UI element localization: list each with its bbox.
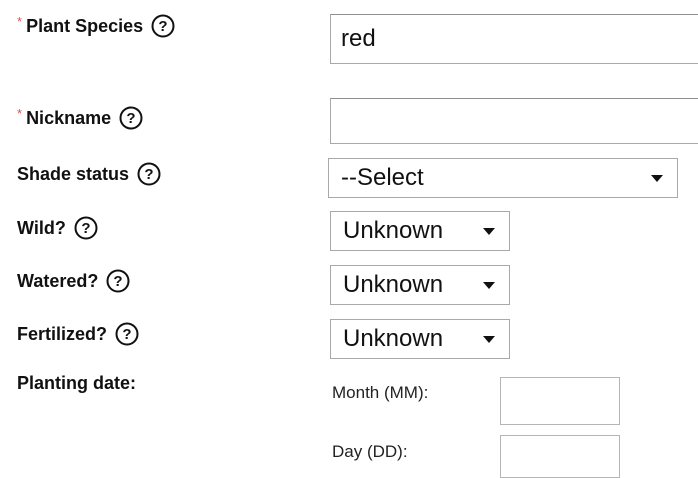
watered-label: Watered? xyxy=(17,270,99,291)
fertilized-label: Fertilized? xyxy=(17,323,108,344)
svg-text:?: ? xyxy=(122,326,131,343)
help-icon[interactable]: ? xyxy=(137,162,161,186)
shade-status-label: Shade status xyxy=(17,163,130,184)
planting-date-label-row: Planting date: xyxy=(17,373,136,394)
help-icon[interactable]: ? xyxy=(74,216,98,240)
caret-down-icon xyxy=(483,281,495,289)
fertilized-select[interactable]: Unknown xyxy=(330,319,510,359)
watered-select[interactable]: Unknown xyxy=(330,265,510,305)
fertilized-selected: Unknown xyxy=(343,325,444,352)
help-icon[interactable]: ? xyxy=(119,106,143,130)
day-input[interactable] xyxy=(500,435,620,478)
svg-text:?: ? xyxy=(81,220,90,237)
plant-species-label-row: * Plant Species ? xyxy=(17,14,175,38)
shade-status-selected: --Select xyxy=(341,164,424,191)
wild-label: Wild? xyxy=(17,217,66,238)
plant-species-label: Plant Species xyxy=(26,15,144,36)
svg-text:?: ? xyxy=(114,273,123,290)
svg-text:?: ? xyxy=(159,18,168,35)
fertilized-label-row: Fertilized? ? xyxy=(17,322,139,346)
required-marker: * xyxy=(17,105,23,121)
month-label: Month (MM): xyxy=(332,383,429,402)
nickname-label-row: * Nickname ? xyxy=(17,106,143,130)
plant-species-input[interactable] xyxy=(330,14,698,64)
shade-status-label-row: Shade status ? xyxy=(17,162,161,186)
watered-label-row: Watered? ? xyxy=(17,269,130,293)
nickname-input[interactable] xyxy=(330,98,698,144)
required-marker: * xyxy=(17,13,23,29)
watered-selected: Unknown xyxy=(343,271,444,298)
nickname-label: Nickname xyxy=(26,107,112,128)
planting-date-label: Planting date: xyxy=(17,373,137,393)
plant-form: * Plant Species ? * Nickname ? Shade sta… xyxy=(0,0,698,478)
month-input[interactable] xyxy=(500,377,620,425)
help-icon[interactable]: ? xyxy=(115,322,139,346)
help-icon[interactable]: ? xyxy=(106,269,130,293)
shade-status-select[interactable]: --Select xyxy=(328,158,678,198)
svg-text:?: ? xyxy=(144,166,153,183)
help-icon[interactable]: ? xyxy=(151,14,175,38)
wild-selected: Unknown xyxy=(343,217,444,244)
wild-select[interactable]: Unknown xyxy=(330,211,510,251)
wild-label-row: Wild? ? xyxy=(17,216,98,240)
caret-down-icon xyxy=(483,335,495,343)
svg-text:?: ? xyxy=(127,110,136,127)
caret-down-icon xyxy=(483,227,495,235)
day-label: Day (DD): xyxy=(332,442,408,461)
caret-down-icon xyxy=(651,174,663,182)
